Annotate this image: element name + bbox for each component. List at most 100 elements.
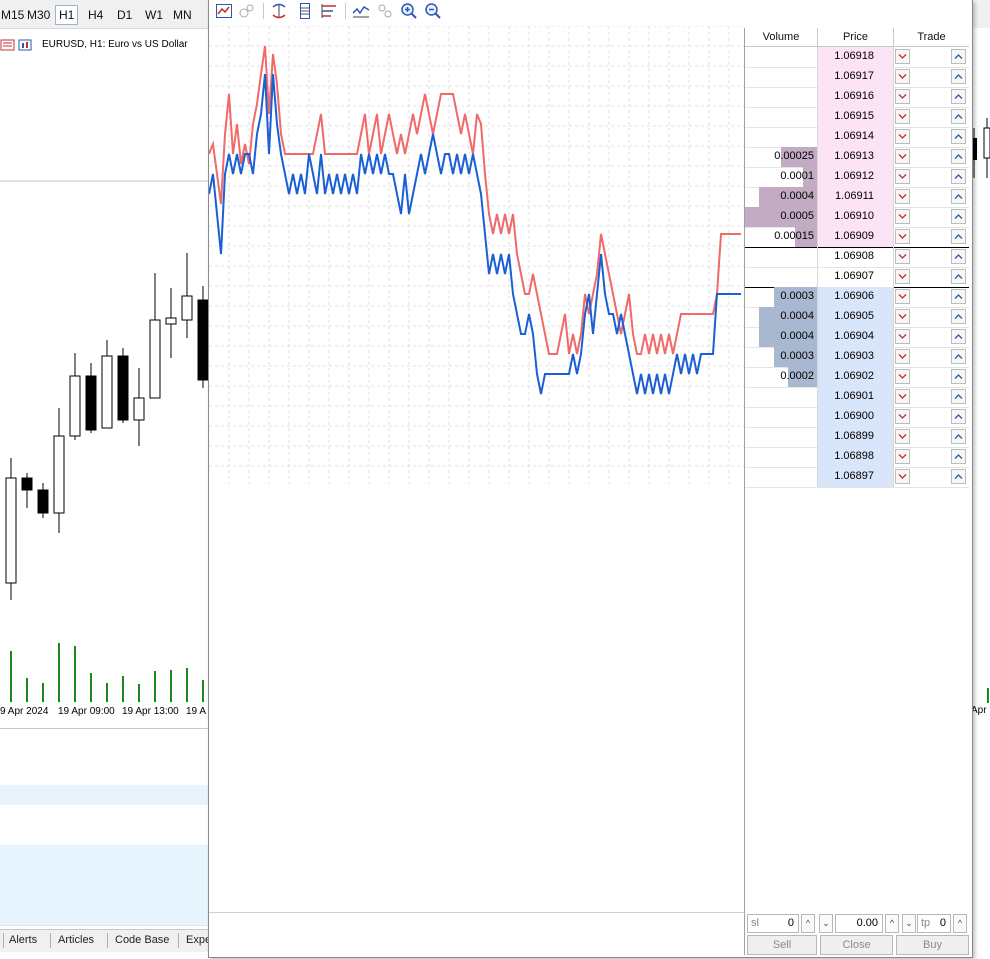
price-cell[interactable]: 1.06901 (818, 387, 894, 407)
price-cell[interactable]: 1.06913 (818, 147, 894, 167)
bubbles-icon[interactable] (237, 1, 257, 21)
ladder-row[interactable]: 0.0001 1.06912 (745, 167, 969, 188)
table-row[interactable] (0, 785, 208, 806)
buy-limit-button[interactable] (951, 389, 966, 404)
ladder-row[interactable]: 0.0002 1.06902 (745, 367, 969, 388)
sell-limit-button[interactable] (895, 189, 910, 204)
tab-code-base[interactable]: Code Base (115, 934, 169, 946)
timeframe-mn[interactable]: MN (170, 6, 195, 24)
sell-limit-button[interactable] (895, 89, 910, 104)
price-cell[interactable]: 1.06903 (818, 347, 894, 367)
table-row[interactable] (0, 905, 208, 926)
sell-limit-button[interactable] (895, 129, 910, 144)
buy-limit-button[interactable] (951, 109, 966, 124)
ladder-row[interactable]: 1.06898 (745, 447, 969, 468)
price-cell[interactable]: 1.06906 (818, 287, 894, 307)
price-cell[interactable]: 1.06917 (818, 67, 894, 87)
sell-limit-button[interactable] (895, 309, 910, 324)
table-row[interactable] (0, 845, 208, 866)
ladder-row[interactable]: 1.06914 (745, 127, 969, 148)
zoom-out-icon[interactable] (423, 1, 443, 21)
chart-icon[interactable] (214, 1, 234, 21)
buy-limit-button[interactable] (951, 169, 966, 184)
timeframe-d1[interactable]: D1 (114, 6, 135, 24)
buy-limit-button[interactable] (951, 209, 966, 224)
ladder-row[interactable]: 0.00015 1.06909 (745, 227, 969, 248)
buy-limit-button[interactable] (951, 129, 966, 144)
buy-limit-button[interactable] (951, 329, 966, 344)
ladder-row[interactable]: 0.0003 1.06903 (745, 347, 969, 368)
buy-limit-button[interactable] (951, 429, 966, 444)
zoom-in-icon[interactable] (399, 1, 419, 21)
buy-limit-button[interactable] (951, 229, 966, 244)
stop-loss-field[interactable]: sl 0 (747, 914, 799, 933)
candlestick-chart[interactable] (0, 28, 208, 718)
sell-limit-button[interactable] (895, 249, 910, 264)
sell-limit-button[interactable] (895, 329, 910, 344)
sell-limit-button[interactable] (895, 429, 910, 444)
sell-limit-button[interactable] (895, 349, 910, 364)
buy-limit-button[interactable] (951, 49, 966, 64)
buy-limit-button[interactable] (951, 469, 966, 484)
buy-limit-button[interactable] (951, 149, 966, 164)
ladder-row[interactable]: 0.0004 1.06905 (745, 307, 969, 328)
sell-limit-button[interactable] (895, 69, 910, 84)
sell-limit-button[interactable] (895, 269, 910, 284)
ladder-row[interactable]: 0.0005 1.06910 (745, 207, 969, 228)
timeframe-h4[interactable]: H4 (85, 6, 106, 24)
tab-articles[interactable]: Articles (58, 934, 94, 946)
volume-down-button[interactable]: ⌄ (819, 914, 833, 933)
sell-limit-button[interactable] (895, 409, 910, 424)
table-row[interactable] (0, 765, 208, 786)
buy-limit-button[interactable] (951, 189, 966, 204)
volume-chart-icon[interactable] (319, 1, 339, 21)
ladder-row[interactable]: 1.06907 (745, 267, 969, 288)
buy-limit-button[interactable] (951, 409, 966, 424)
price-cell[interactable]: 1.06898 (818, 447, 894, 467)
price-cell[interactable]: 1.06914 (818, 127, 894, 147)
line-chart-icon[interactable] (351, 1, 371, 21)
sell-limit-button[interactable] (895, 289, 910, 304)
ladder-row[interactable]: 0.0004 1.06911 (745, 187, 969, 208)
price-cell[interactable]: 1.06899 (818, 427, 894, 447)
tick-chart-icon[interactable] (269, 1, 289, 21)
buy-limit-button[interactable] (951, 309, 966, 324)
sell-limit-button[interactable] (895, 389, 910, 404)
ladder-row[interactable]: 1.06916 (745, 87, 969, 108)
one-click-icon[interactable] (375, 1, 395, 21)
buy-limit-button[interactable] (951, 69, 966, 84)
price-cell[interactable]: 1.06907 (818, 267, 894, 287)
price-cell[interactable]: 1.06909 (818, 227, 894, 247)
ladder-row[interactable]: 0.00025 1.06913 (745, 147, 969, 168)
sl-up-button[interactable]: ^ (801, 914, 815, 933)
table-row[interactable] (0, 885, 208, 906)
timeframe-m30[interactable]: M30 (24, 6, 53, 24)
price-cell[interactable]: 1.06910 (818, 207, 894, 227)
buy-limit-button[interactable] (951, 289, 966, 304)
ladder-row[interactable]: 1.06917 (745, 67, 969, 88)
ladder-row[interactable]: 1.06915 (745, 107, 969, 128)
ladder-row[interactable]: 0.0003 1.06906 (745, 287, 969, 308)
price-cell[interactable]: 1.06904 (818, 327, 894, 347)
ladder-row[interactable]: 1.06899 (745, 427, 969, 448)
price-cell[interactable]: 1.06915 (818, 107, 894, 127)
buy-button[interactable]: Buy (896, 935, 969, 955)
sell-limit-button[interactable] (895, 469, 910, 484)
timeframe-w1[interactable]: W1 (142, 6, 166, 24)
ladder-row[interactable]: 1.06908 (745, 247, 969, 268)
price-cell[interactable]: 1.06916 (818, 87, 894, 107)
price-cell[interactable]: 1.06912 (818, 167, 894, 187)
price-cell[interactable]: 1.06902 (818, 367, 894, 387)
tp-down-button[interactable]: ⌄ (902, 914, 916, 933)
sell-limit-button[interactable] (895, 109, 910, 124)
close-button[interactable]: Close (820, 935, 893, 955)
tp-up-button[interactable]: ^ (953, 914, 967, 933)
buy-limit-button[interactable] (951, 249, 966, 264)
buy-limit-button[interactable] (951, 89, 966, 104)
sell-limit-button[interactable] (895, 369, 910, 384)
price-cell[interactable]: 1.06918 (818, 47, 894, 67)
table-row[interactable] (0, 865, 208, 886)
table-row[interactable] (0, 825, 208, 846)
price-cell[interactable]: 1.06908 (818, 247, 894, 267)
buy-limit-button[interactable] (951, 269, 966, 284)
